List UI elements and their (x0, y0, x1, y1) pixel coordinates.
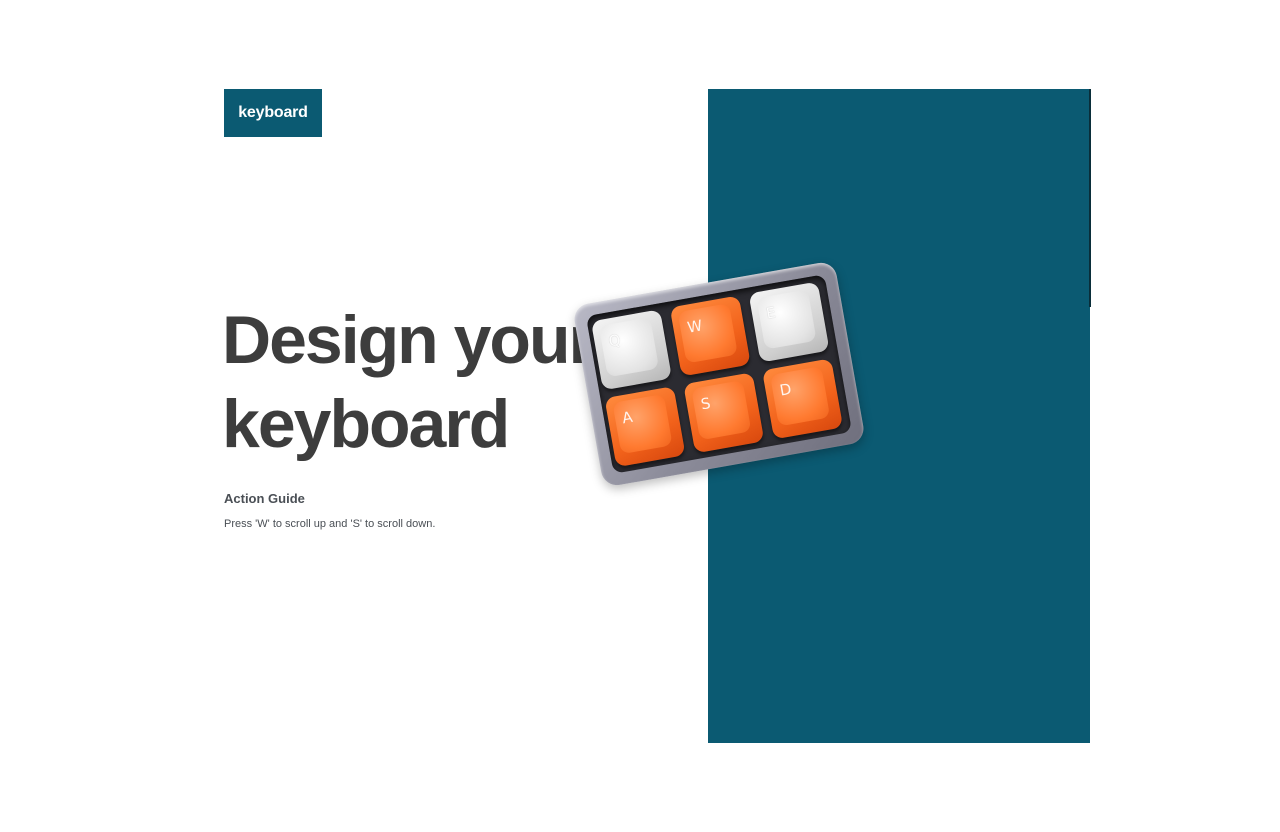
action-guide-text: Press 'W' to scroll up and 'S' to scroll… (224, 518, 436, 530)
keycap (691, 380, 752, 441)
key-label: W (685, 316, 704, 337)
key-d[interactable]: D (762, 358, 844, 440)
headline-line-1: Design your (222, 302, 595, 378)
keycap (756, 289, 817, 350)
key-a[interactable]: A (604, 386, 686, 468)
accent-panel-edge (1089, 89, 1091, 307)
hero-headline: Design your keyboard (222, 298, 595, 466)
key-s[interactable]: S (683, 372, 765, 454)
key-e[interactable]: E (748, 281, 830, 363)
action-guide-title: Action Guide (224, 491, 305, 506)
logo-badge[interactable]: keyboard (224, 89, 322, 137)
keycap (769, 366, 831, 427)
key-w[interactable]: W (669, 295, 751, 377)
key-q[interactable]: Q (590, 309, 673, 391)
page: keyboard Design your keyboard Action Gui… (0, 0, 1280, 832)
headline-line-2: keyboard (222, 386, 510, 462)
keycap (612, 393, 673, 455)
keycap (598, 317, 660, 378)
keycap (677, 303, 738, 364)
logo-text: keyboard (238, 104, 308, 121)
